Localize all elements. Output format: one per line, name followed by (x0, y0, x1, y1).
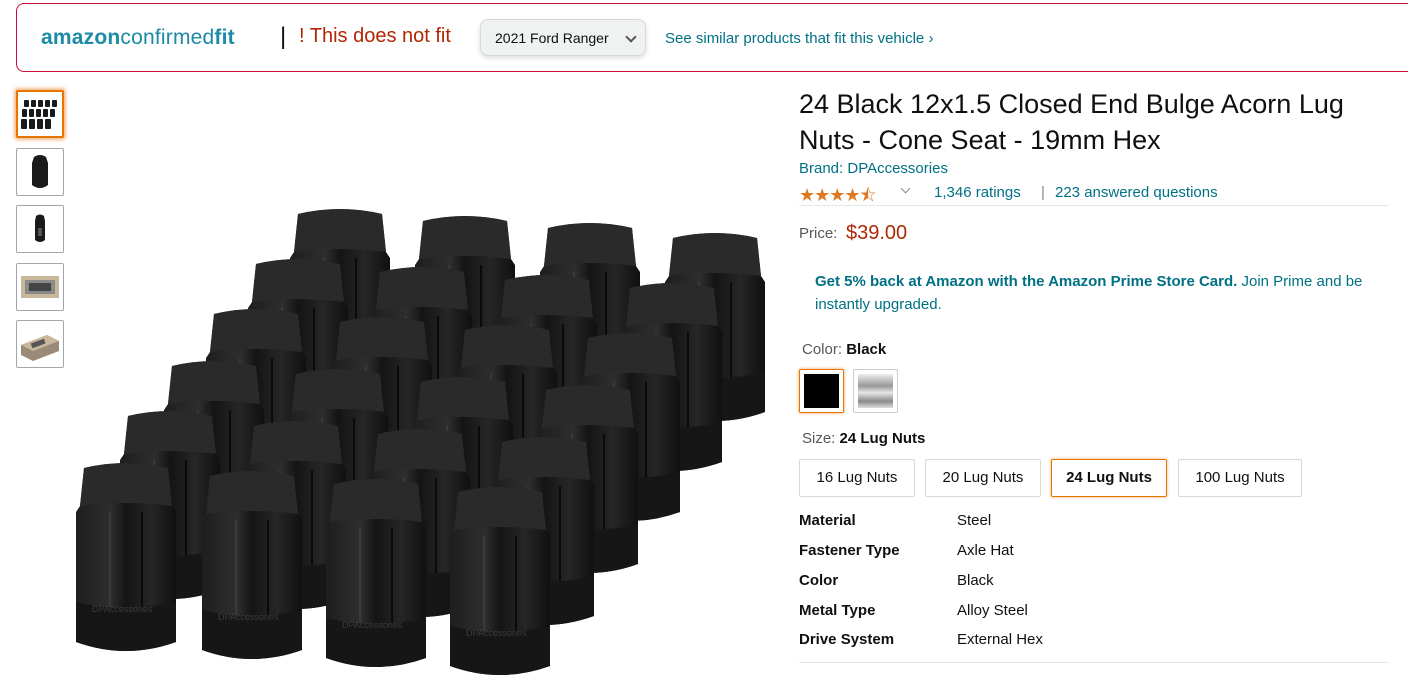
spec-value: Axle Hat (957, 542, 1014, 559)
similar-products-link[interactable]: See similar products that fit this vehic… (665, 30, 933, 47)
watermark-text: DPAccessories (92, 604, 153, 614)
color-value: Black (846, 341, 887, 358)
watermark-text: DPAccessories (342, 620, 403, 630)
rating-separator: | (1041, 184, 1045, 201)
chevron-down-icon (625, 31, 637, 43)
amazon-confirmed-fit-logo: amazonconfirmedfit (41, 26, 235, 49)
spec-value: External Hex (957, 631, 1043, 648)
spec-row: Fastener Type Axle Hat (799, 542, 1389, 572)
ratings-count-link[interactable]: 1,346 ratings (934, 184, 1021, 201)
spec-value: Black (957, 572, 994, 589)
spec-row: Metal Type Alloy Steel (799, 602, 1389, 632)
spec-key: Fastener Type (799, 542, 900, 559)
spec-key: Material (799, 512, 856, 529)
promo-bold-text: Get 5% back at Amazon with the Amazon Pr… (815, 273, 1238, 290)
watermark-text: DPAccessories (218, 612, 279, 622)
thumbnail-lug-nuts-set[interactable] (16, 90, 64, 138)
divider (799, 662, 1389, 663)
fit-status-text: ! This does not fit (299, 25, 451, 47)
product-title: 24 Black 12x1.5 Closed End Bulge Acorn L… (799, 89, 1344, 155)
size-option-24[interactable]: 24 Lug Nuts (1051, 459, 1167, 497)
size-option-16[interactable]: 16 Lug Nuts (799, 459, 915, 497)
thumbnail-lug-nut-side[interactable] (16, 205, 64, 253)
thumbnail-lug-nut-box[interactable] (16, 263, 64, 311)
fit-banner: amazonconfirmedfit | ! This does not fit… (16, 3, 1408, 72)
thumbnail-lug-nut-packaging[interactable] (16, 320, 64, 368)
size-label: Size: 24 Lug Nuts (802, 430, 926, 447)
spec-value: Alloy Steel (957, 602, 1028, 619)
lug-nut-group (75, 208, 766, 676)
spec-row: Color Black (799, 572, 1389, 602)
star-rating-icon[interactable]: ★★★★⯪ (799, 183, 877, 213)
size-value: 24 Lug Nuts (839, 430, 926, 447)
size-option-100[interactable]: 100 Lug Nuts (1178, 459, 1302, 497)
price-label: Price: (799, 225, 838, 242)
spec-key: Metal Type (799, 602, 876, 619)
banner-separator: | (280, 23, 287, 50)
brand-link[interactable]: Brand: DPAccessories (799, 160, 948, 177)
spec-row: Drive System External Hex (799, 631, 1389, 661)
vehicle-select-value: 2021 Ford Ranger (495, 30, 609, 46)
watermark-text: DPAccessories (466, 628, 527, 638)
spec-value: Steel (957, 512, 992, 529)
spec-key: Color (799, 572, 839, 589)
color-swatch-black[interactable] (799, 369, 844, 413)
answered-questions-link[interactable]: 223 answered questions (1055, 184, 1218, 201)
spec-key: Drive System (799, 631, 895, 648)
color-label: Color: Black (802, 341, 887, 358)
thumbnail-single-lug-nut[interactable] (16, 148, 64, 196)
main-product-image[interactable]: DPAccessories DPAccessories DPAccessorie… (70, 200, 780, 680)
prime-card-promo[interactable]: Get 5% back at Amazon with the Amazon Pr… (815, 270, 1375, 316)
chevron-down-icon[interactable] (900, 183, 911, 194)
divider (799, 205, 1389, 206)
spec-row: Material Steel (799, 512, 1389, 542)
size-option-20[interactable]: 20 Lug Nuts (925, 459, 1041, 497)
vehicle-select[interactable]: 2021 Ford Ranger (480, 19, 646, 56)
color-swatch-chrome[interactable] (853, 369, 898, 413)
price-value: $39.00 (846, 222, 908, 244)
